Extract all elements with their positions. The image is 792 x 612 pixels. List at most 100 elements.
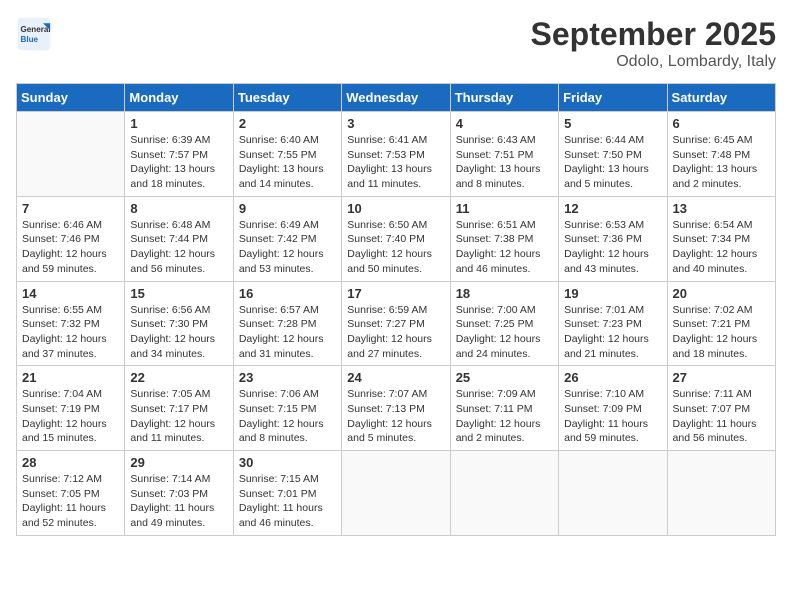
day-info: Sunrise: 7:01 AMSunset: 7:23 PMDaylight:… (564, 303, 661, 362)
day-number: 6 (673, 116, 770, 131)
calendar-day: 26 Sunrise: 7:10 AMSunset: 7:09 PMDayligh… (559, 366, 667, 451)
calendar-day: 4 Sunrise: 6:43 AMSunset: 7:51 PMDaylight… (450, 112, 558, 197)
weekday-header: Saturday (667, 84, 775, 112)
day-info: Sunrise: 6:50 AMSunset: 7:40 PMDaylight:… (347, 218, 444, 277)
calendar-day: 23 Sunrise: 7:06 AMSunset: 7:15 PMDayligh… (233, 366, 341, 451)
day-info: Sunrise: 7:05 AMSunset: 7:17 PMDaylight:… (130, 387, 227, 446)
day-number: 27 (673, 370, 770, 385)
day-info: Sunrise: 6:56 AMSunset: 7:30 PMDaylight:… (130, 303, 227, 362)
day-number: 20 (673, 286, 770, 301)
calendar-day: 1 Sunrise: 6:39 AMSunset: 7:57 PMDaylight… (125, 112, 233, 197)
day-info: Sunrise: 6:49 AMSunset: 7:42 PMDaylight:… (239, 218, 336, 277)
calendar-day: 29Sunrise: 7:14 AMSunset: 7:03 PMDayligh… (125, 451, 233, 536)
day-info: Sunrise: 6:48 AMSunset: 7:44 PMDaylight:… (130, 218, 227, 277)
day-number: 21 (22, 370, 119, 385)
calendar-day: 13 Sunrise: 6:54 AMSunset: 7:34 PMDayligh… (667, 196, 775, 281)
day-number: 8 (130, 201, 227, 216)
day-info: Sunrise: 7:04 AMSunset: 7:19 PMDaylight:… (22, 387, 119, 446)
calendar-day: 12 Sunrise: 6:53 AMSunset: 7:36 PMDayligh… (559, 196, 667, 281)
day-info: Sunrise: 7:12 AMSunset: 7:05 PMDaylight:… (22, 472, 119, 531)
day-number: 30 (239, 455, 336, 470)
day-number: 2 (239, 116, 336, 131)
day-info: Sunrise: 6:54 AMSunset: 7:34 PMDaylight:… (673, 218, 770, 277)
day-info: Sunrise: 6:59 AMSunset: 7:27 PMDaylight:… (347, 303, 444, 362)
day-number: 10 (347, 201, 444, 216)
day-number: 28 (22, 455, 119, 470)
calendar-day: 19Sunrise: 7:01 AMSunset: 7:23 PMDayligh… (559, 281, 667, 366)
day-number: 23 (239, 370, 336, 385)
day-number: 16 (239, 286, 336, 301)
calendar-day: 17 Sunrise: 6:59 AMSunset: 7:27 PMDayligh… (342, 281, 450, 366)
day-number: 18 (456, 286, 553, 301)
calendar-day: 10 Sunrise: 6:50 AMSunset: 7:40 PMDayligh… (342, 196, 450, 281)
calendar-day: 7Sunrise: 6:46 AMSunset: 7:46 PMDaylight… (17, 196, 125, 281)
day-info: Sunrise: 6:43 AMSunset: 7:51 PMDaylight:… (456, 133, 553, 192)
day-info: Sunrise: 6:55 AMSunset: 7:32 PMDaylight:… (22, 303, 119, 362)
day-number: 24 (347, 370, 444, 385)
day-number: 25 (456, 370, 553, 385)
calendar-day: 27 Sunrise: 7:11 AMSunset: 7:07 PMDayligh… (667, 366, 775, 451)
empty-day (342, 451, 450, 536)
calendar-day: 3 Sunrise: 6:41 AMSunset: 7:53 PMDaylight… (342, 112, 450, 197)
day-info: Sunrise: 6:44 AMSunset: 7:50 PMDaylight:… (564, 133, 661, 192)
day-info: Sunrise: 6:51 AMSunset: 7:38 PMDaylight:… (456, 218, 553, 277)
calendar-day: 21 Sunrise: 7:04 AMSunset: 7:19 PMDayligh… (17, 366, 125, 451)
empty-day (450, 451, 558, 536)
calendar-day: 16 Sunrise: 6:57 AMSunset: 7:28 PMDayligh… (233, 281, 341, 366)
weekday-header: Sunday (17, 84, 125, 112)
weekday-header: Tuesday (233, 84, 341, 112)
calendar-day: 8 Sunrise: 6:48 AMSunset: 7:44 PMDaylight… (125, 196, 233, 281)
day-info: Sunrise: 7:11 AMSunset: 7:07 PMDaylight:… (673, 387, 770, 446)
empty-day (17, 112, 125, 197)
day-info: Sunrise: 7:02 AMSunset: 7:21 PMDaylight:… (673, 303, 770, 362)
calendar-day: 28 Sunrise: 7:12 AMSunset: 7:05 PMDayligh… (17, 451, 125, 536)
day-number: 12 (564, 201, 661, 216)
day-info: Sunrise: 7:10 AMSunset: 7:09 PMDaylight:… (564, 387, 661, 446)
day-info: Sunrise: 6:39 AMSunset: 7:57 PMDaylight:… (130, 133, 227, 192)
day-info: Sunrise: 6:40 AMSunset: 7:55 PMDaylight:… (239, 133, 336, 192)
calendar-day: 11 Sunrise: 6:51 AMSunset: 7:38 PMDayligh… (450, 196, 558, 281)
day-number: 14 (22, 286, 119, 301)
day-info: Sunrise: 7:07 AMSunset: 7:13 PMDaylight:… (347, 387, 444, 446)
calendar: SundayMondayTuesdayWednesdayThursdayFrid… (16, 83, 776, 536)
day-number: 29 (130, 455, 227, 470)
logo-icon: General Blue (16, 16, 52, 52)
calendar-day: 24 Sunrise: 7:07 AMSunset: 7:13 PMDayligh… (342, 366, 450, 451)
calendar-day: 20 Sunrise: 7:02 AMSunset: 7:21 PMDayligh… (667, 281, 775, 366)
weekday-header: Monday (125, 84, 233, 112)
svg-text:General: General (21, 25, 51, 34)
day-number: 4 (456, 116, 553, 131)
day-number: 22 (130, 370, 227, 385)
empty-day (559, 451, 667, 536)
day-number: 1 (130, 116, 227, 131)
weekday-header: Friday (559, 84, 667, 112)
location: Odolo, Lombardy, Italy (531, 53, 776, 71)
day-number: 15 (130, 286, 227, 301)
calendar-day: 18 Sunrise: 7:00 AMSunset: 7:25 PMDayligh… (450, 281, 558, 366)
month-title: September 2025 (531, 16, 776, 53)
day-number: 5 (564, 116, 661, 131)
day-info: Sunrise: 6:45 AMSunset: 7:48 PMDaylight:… (673, 133, 770, 192)
calendar-day: 6 Sunrise: 6:45 AMSunset: 7:48 PMDaylight… (667, 112, 775, 197)
empty-day (667, 451, 775, 536)
weekday-header: Thursday (450, 84, 558, 112)
calendar-day: 30Sunrise: 7:15 AMSunset: 7:01 PMDayligh… (233, 451, 341, 536)
day-info: Sunrise: 7:00 AMSunset: 7:25 PMDaylight:… (456, 303, 553, 362)
title-block: September 2025 Odolo, Lombardy, Italy (531, 16, 776, 71)
day-number: 3 (347, 116, 444, 131)
weekday-header: Wednesday (342, 84, 450, 112)
calendar-day: 25 Sunrise: 7:09 AMSunset: 7:11 PMDayligh… (450, 366, 558, 451)
day-info: Sunrise: 6:57 AMSunset: 7:28 PMDaylight:… (239, 303, 336, 362)
day-info: Sunrise: 7:06 AMSunset: 7:15 PMDaylight:… (239, 387, 336, 446)
day-info: Sunrise: 6:41 AMSunset: 7:53 PMDaylight:… (347, 133, 444, 192)
day-info: Sunrise: 6:53 AMSunset: 7:36 PMDaylight:… (564, 218, 661, 277)
day-number: 11 (456, 201, 553, 216)
day-info: Sunrise: 7:09 AMSunset: 7:11 PMDaylight:… (456, 387, 553, 446)
day-info: Sunrise: 6:46 AMSunset: 7:46 PMDaylight:… (22, 218, 119, 277)
calendar-day: 22 Sunrise: 7:05 AMSunset: 7:17 PMDayligh… (125, 366, 233, 451)
logo: General Blue (16, 16, 52, 52)
svg-text:Blue: Blue (21, 35, 39, 44)
day-number: 13 (673, 201, 770, 216)
day-number: 17 (347, 286, 444, 301)
day-number: 26 (564, 370, 661, 385)
